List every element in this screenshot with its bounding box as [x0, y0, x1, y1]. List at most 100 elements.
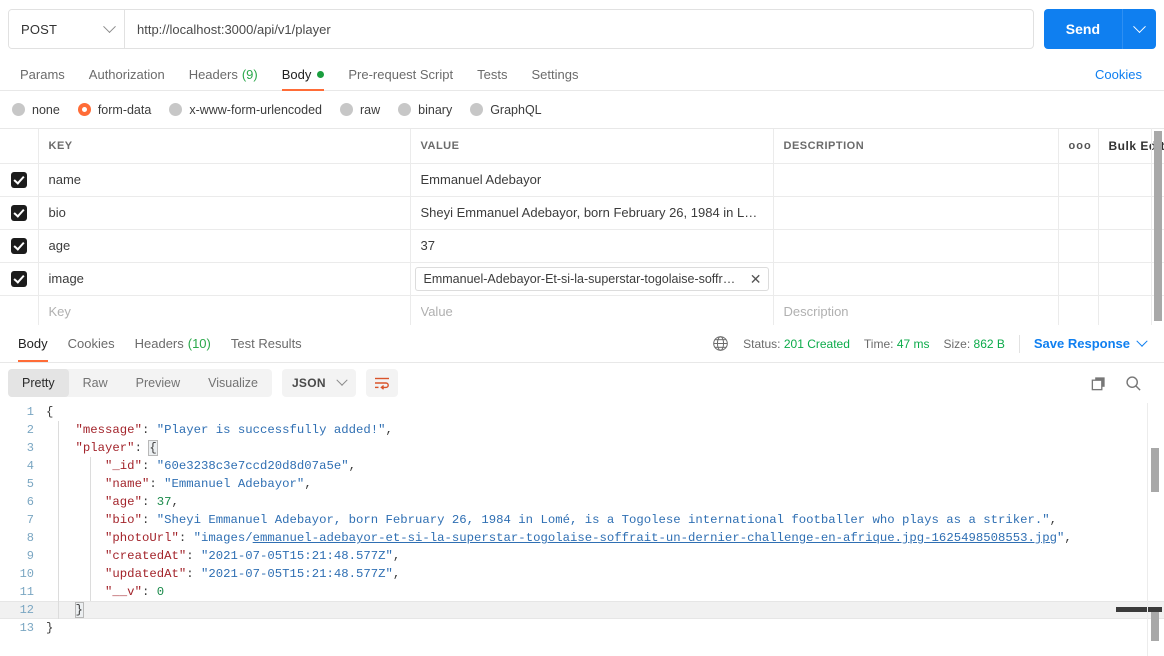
search-button[interactable]	[1125, 375, 1142, 392]
row-description-input[interactable]	[773, 229, 1059, 263]
request-tab-authorization[interactable]: Authorization	[77, 58, 177, 90]
body-type-raw[interactable]: raw	[340, 103, 380, 117]
form-data-table-container: KEY VALUE DESCRIPTION ooo Bulk Edit name…	[0, 128, 1164, 325]
request-tab-body[interactable]: Body	[270, 58, 337, 91]
row-value-input[interactable]: 37	[410, 229, 774, 263]
code-line-text: "age": 37,	[46, 493, 179, 511]
request-tab-params[interactable]: Params	[8, 58, 77, 90]
save-response-button[interactable]: Save Response	[1034, 335, 1148, 351]
time-value: 47 ms	[896, 336, 930, 351]
row-options-cell[interactable]	[1058, 229, 1099, 263]
response-right-border	[1147, 403, 1148, 656]
file-chip[interactable]: Emmanuel-Adebayor-Et-si-la-superstar-tog…	[414, 266, 769, 291]
row-value-input-text: Emmanuel Adebayor	[420, 172, 542, 187]
row-description-input[interactable]	[773, 163, 1059, 197]
view-mode-preview[interactable]: Preview	[122, 369, 194, 397]
row-value-input[interactable]: Emmanuel Adebayor	[410, 163, 774, 197]
response-format-select[interactable]: JSON	[281, 369, 356, 397]
token-punc: ,	[385, 423, 393, 437]
row-value-file-cell[interactable]: Emmanuel-Adebayor-Et-si-la-superstar-tog…	[410, 262, 774, 296]
token-punc: :	[141, 495, 157, 509]
checkbox-checked-icon[interactable]	[10, 237, 27, 254]
token-brace: {	[46, 405, 54, 419]
body-type-form-data[interactable]: form-data	[77, 103, 151, 117]
request-tab-settings[interactable]: Settings	[519, 58, 590, 90]
line-number: 11	[19, 585, 34, 599]
code-line: 1{	[0, 403, 1164, 421]
row-options-cell[interactable]	[1058, 196, 1099, 230]
code-line: 6 "age": 37,	[0, 493, 1164, 511]
row-key-input[interactable]: name	[38, 163, 411, 197]
row-options-cell[interactable]	[1058, 163, 1099, 197]
token-str: "60e3238c3e7ccd20d8d07a5e"	[156, 459, 349, 473]
view-mode-pretty[interactable]: Pretty	[8, 369, 69, 397]
row-key-input[interactable]: age	[38, 229, 411, 263]
body-type-graphql[interactable]: GraphQL	[470, 103, 542, 117]
response-body-viewer[interactable]: 1{2 "message": "Player is successfully a…	[0, 403, 1164, 656]
line-number: 8	[26, 531, 34, 545]
body-present-indicator-icon	[317, 70, 325, 78]
row-options-cell[interactable]	[1058, 295, 1099, 325]
response-tab-headers[interactable]: Headers (10)	[125, 325, 221, 362]
view-mode-visualize[interactable]: Visualize	[194, 369, 272, 397]
body-type-label: none	[32, 102, 60, 117]
request-table-scrollbar[interactable]	[1154, 131, 1162, 321]
token-punc: ,	[392, 567, 401, 581]
request-tab-headers[interactable]: Headers (9)	[177, 58, 270, 90]
response-tab-cookies[interactable]: Cookies	[58, 325, 125, 362]
send-options-button[interactable]	[1122, 9, 1156, 49]
row-description-input[interactable]	[773, 262, 1059, 296]
row-value-input[interactable]: Sheyi Emmanuel Adebayor, born February 2…	[410, 196, 774, 230]
row-key-input[interactable]: bio	[38, 196, 411, 230]
cookies-link[interactable]: Cookies	[1095, 67, 1156, 82]
row-checkbox-cell[interactable]	[0, 229, 39, 263]
column-header-description: DESCRIPTION	[773, 129, 1059, 164]
view-mode-segmented-control: Pretty Raw Preview Visualize	[8, 369, 272, 397]
code-line-text: {	[46, 403, 53, 421]
response-tab-test-results[interactable]: Test Results	[221, 325, 312, 362]
request-tab-tests[interactable]: Tests	[465, 58, 519, 90]
request-tab-pre-request-script[interactable]: Pre-request Script	[336, 58, 465, 90]
select-all-header	[0, 129, 39, 164]
table-options-button[interactable]: ooo	[1058, 129, 1099, 164]
row-options-cell[interactable]	[1058, 262, 1099, 296]
body-type-none[interactable]: none	[12, 103, 60, 117]
checkbox-checked-icon[interactable]	[10, 171, 27, 188]
word-wrap-button[interactable]	[365, 369, 398, 397]
http-method-select[interactable]: POST	[9, 10, 125, 48]
checkbox-checked-icon[interactable]	[10, 270, 27, 287]
remove-file-icon[interactable]: ✕	[750, 272, 762, 286]
response-scrollbar-vertical-secondary[interactable]	[1151, 611, 1159, 641]
row-checkbox-cell[interactable]	[0, 163, 39, 197]
code-line-text: }	[46, 601, 84, 619]
response-scrollbar-horizontal[interactable]	[1116, 607, 1162, 612]
view-mode-raw[interactable]: Raw	[69, 369, 122, 397]
url-input[interactable]	[125, 10, 1033, 48]
token-punc: :	[186, 567, 201, 581]
row-checkbox-cell[interactable]	[0, 262, 39, 296]
checkbox-checked-icon[interactable]	[10, 204, 27, 221]
radio-icon	[12, 103, 25, 116]
row-description-input[interactable]	[773, 196, 1059, 230]
url-bar: POST Send	[0, 0, 1164, 58]
row-checkbox-cell[interactable]	[0, 295, 39, 325]
new-row-description-input[interactable]: Description	[773, 295, 1059, 325]
code-line: 3 "player": {	[0, 439, 1164, 457]
response-tab-body[interactable]: Body	[8, 325, 58, 362]
code-line-text: "updatedAt": "2021-07-05T15:21:48.577Z",	[46, 565, 400, 583]
new-row-value-input[interactable]: Value	[410, 295, 774, 325]
token-key: "photoUrl"	[105, 531, 179, 545]
token-link[interactable]: emmanuel-adebayor-et-si-la-superstar-tog…	[253, 531, 1057, 545]
token-brace: }	[46, 621, 54, 635]
body-type-x-www-form-urlencoded[interactable]: x-www-form-urlencoded	[169, 103, 322, 117]
ellipsis-icon: ooo	[1068, 139, 1092, 152]
code-line: 7 "bio": "Sheyi Emmanuel Adebayor, born …	[0, 511, 1164, 529]
row-checkbox-cell[interactable]	[0, 196, 39, 230]
row-key-input[interactable]: image	[38, 262, 411, 296]
response-scrollbar-vertical[interactable]	[1151, 448, 1159, 492]
body-type-radio-group: none form-data x-www-form-urlencoded raw bin…	[0, 91, 1164, 128]
new-row-key-input[interactable]: Key	[38, 295, 411, 325]
send-button[interactable]: Send	[1043, 9, 1122, 49]
body-type-binary[interactable]: binary	[398, 103, 452, 117]
copy-button[interactable]	[1090, 375, 1107, 392]
